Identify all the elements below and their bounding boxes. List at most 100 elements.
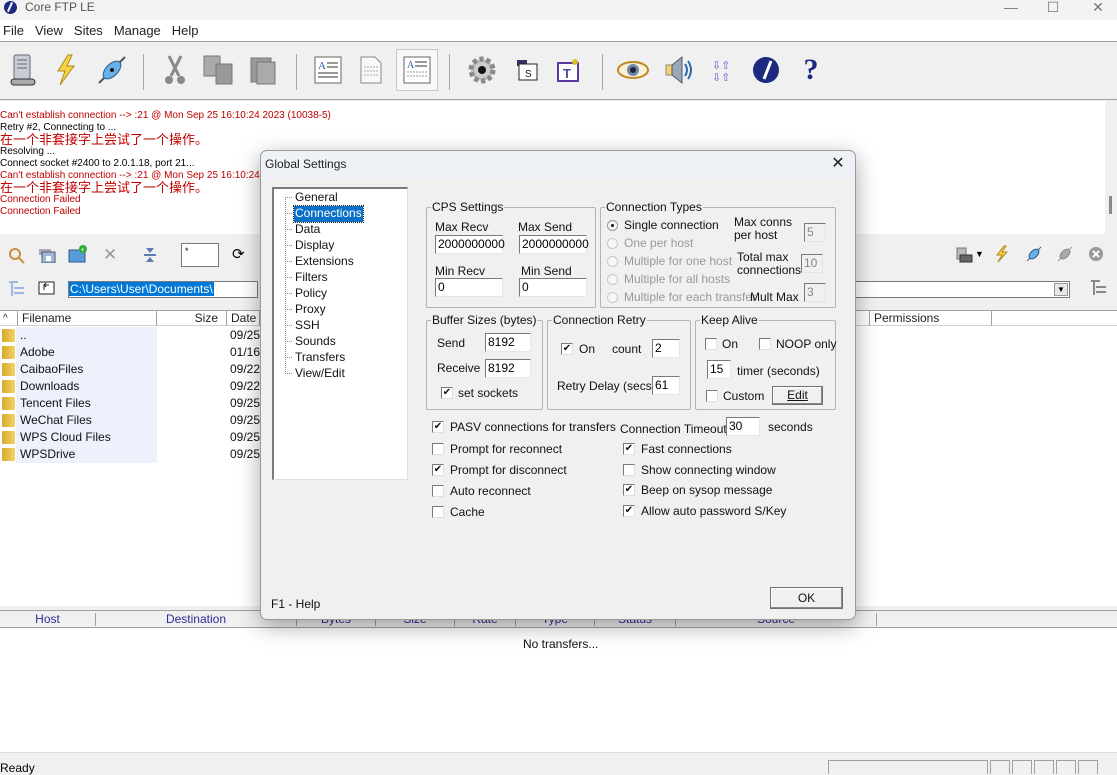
close-window-button[interactable]: ✕ <box>1075 0 1117 18</box>
keepalive-timer-input[interactable]: 15 <box>707 360 731 379</box>
tree-item-extensions[interactable]: Extensions <box>294 254 355 270</box>
prompt-disconnect-checkbox[interactable]: ✔ <box>432 464 444 476</box>
search-icon[interactable] <box>8 247 26 268</box>
file-row[interactable]: Tencent Files 09/25 <box>0 395 260 412</box>
multiple-one-host-label[interactable]: Multiple for one host <box>624 254 732 268</box>
connection-timeout-input[interactable]: 30 <box>726 417 760 436</box>
one-per-host-label[interactable]: One per host <box>624 236 693 250</box>
file-row[interactable]: Downloads 09/22 <box>0 378 260 395</box>
single-connection-label[interactable]: Single connection <box>624 218 719 232</box>
quick-connect-icon[interactable] <box>46 50 86 90</box>
auto-reconnect-label[interactable]: Auto reconnect <box>450 484 531 498</box>
delete-icon[interactable]: ✕ <box>103 246 117 263</box>
column-filename[interactable]: Filename <box>18 310 157 326</box>
tree-item-filters[interactable]: Filters <box>294 270 329 286</box>
tree-item-proxy[interactable]: Proxy <box>294 302 327 318</box>
radio-multiple-each-transfer[interactable] <box>607 292 618 303</box>
site-manager-icon[interactable] <box>3 50 43 90</box>
parent-folder-icon[interactable] <box>38 279 56 298</box>
menu-help[interactable]: Help <box>169 20 207 38</box>
radio-multiple-one-host[interactable] <box>607 256 618 267</box>
tree-item-general[interactable]: General <box>294 190 339 206</box>
radio-one-per-host[interactable] <box>607 238 618 249</box>
tree-item-data[interactable]: Data <box>294 222 321 238</box>
max-send-input[interactable]: 2000000000 <box>519 235 589 254</box>
tree-view-icon[interactable] <box>8 280 26 301</box>
file-row[interactable]: WeChat Files 09/25 <box>0 412 260 429</box>
column-permissions[interactable]: Permissions <box>870 310 992 326</box>
local-path-input[interactable]: C:\Users\User\Documents\ <box>68 281 258 298</box>
new-folder-icon[interactable]: + <box>68 245 88 266</box>
min-recv-input[interactable]: 0 <box>435 278 503 297</box>
sound-icon[interactable] <box>659 50 699 90</box>
buffer-receive-input[interactable]: 8192 <box>485 359 531 378</box>
tree-item-sounds[interactable]: Sounds <box>294 334 337 350</box>
retry-on-checkbox[interactable]: ✔ <box>561 343 573 355</box>
filter-input[interactable]: * <box>181 243 219 267</box>
remote-tree-view-icon[interactable] <box>1090 279 1108 300</box>
keepalive-on-label[interactable]: On <box>722 337 738 351</box>
script-icon[interactable]: S <box>507 50 547 90</box>
noop-only-label[interactable]: NOOP only <box>776 337 836 351</box>
log-scrollbar[interactable] <box>1105 101 1117 234</box>
file-row[interactable]: Adobe 01/16 <box>0 344 260 361</box>
auto-password-skey-checkbox[interactable]: ✔ <box>623 505 635 517</box>
multiple-each-transfer-label[interactable]: Multiple for each transfer <box>624 290 756 304</box>
custom-label[interactable]: Custom <box>723 389 764 403</box>
abort-icon[interactable] <box>1088 246 1104 265</box>
prompt-disconnect-label[interactable]: Prompt for disconnect <box>450 463 567 477</box>
menu-sites[interactable]: Sites <box>71 20 111 38</box>
save-icon[interactable] <box>38 247 56 266</box>
tree-item-view-edit[interactable]: View/Edit <box>294 366 346 382</box>
set-sockets-label[interactable]: set sockets <box>458 386 518 400</box>
file-row[interactable]: .. 09/25 <box>0 327 260 344</box>
column-date[interactable]: Date <box>227 310 260 326</box>
retry-delay-input[interactable]: 61 <box>652 376 680 395</box>
chevron-down-icon[interactable]: ▼ <box>975 249 984 259</box>
file-row[interactable]: WPS Cloud Files 09/25 <box>0 429 260 446</box>
multiple-all-hosts-label[interactable]: Multiple for all hosts <box>624 272 730 286</box>
menu-view[interactable]: View <box>32 20 71 38</box>
tree-item-ssh[interactable]: SSH <box>294 318 321 334</box>
noop-only-checkbox[interactable] <box>759 338 771 350</box>
file-row[interactable]: CaibaoFiles 09/22 <box>0 361 260 378</box>
cache-label[interactable]: Cache <box>450 505 485 519</box>
maximize-button[interactable]: ☐ <box>1030 0 1076 18</box>
auto-password-skey-label[interactable]: Allow auto password S/Key <box>641 504 786 518</box>
show-connecting-window-label[interactable]: Show connecting window <box>641 463 776 477</box>
beep-sysop-checkbox[interactable]: ✔ <box>623 484 635 496</box>
tree-item-transfers[interactable]: Transfers <box>294 350 346 366</box>
scrollbar-thumb[interactable] <box>1109 196 1112 214</box>
tree-item-policy[interactable]: Policy <box>294 286 328 302</box>
beep-sysop-label[interactable]: Beep on sysop message <box>641 483 772 497</box>
tree-item-connections[interactable]: Connections <box>293 205 364 223</box>
disconnect-icon[interactable] <box>1056 245 1074 266</box>
pasv-label[interactable]: PASV connections for transfers <box>450 420 616 434</box>
buffer-send-input[interactable]: 8192 <box>485 333 531 352</box>
retry-count-input[interactable]: 2 <box>652 339 680 358</box>
cache-checkbox[interactable] <box>432 506 444 518</box>
min-send-input[interactable]: 0 <box>519 278 587 297</box>
fast-connections-checkbox[interactable]: ✔ <box>623 443 635 455</box>
text-edit-icon[interactable]: T <box>548 50 588 90</box>
tree-item-display[interactable]: Display <box>294 238 335 254</box>
transfer-arrows-icon[interactable]: ⇩⇧ ⇩⇧ <box>702 50 742 90</box>
max-conns-input[interactable]: 5 <box>804 223 826 242</box>
total-max-input[interactable]: 10 <box>801 254 823 273</box>
dialog-close-button[interactable]: ✕ <box>827 154 849 174</box>
fast-connections-label[interactable]: Fast connections <box>641 442 732 456</box>
connect-small-icon[interactable] <box>1025 245 1043 266</box>
auto-reconnect-checkbox[interactable] <box>432 485 444 497</box>
custom-checkbox[interactable] <box>706 390 718 402</box>
connect-icon[interactable] <box>92 50 132 90</box>
ok-button[interactable]: OK <box>770 587 843 609</box>
retry-on-label[interactable]: On <box>579 342 595 356</box>
minimize-button[interactable]: — <box>988 0 1034 18</box>
pasv-checkbox[interactable]: ✔ <box>432 421 444 433</box>
remote-path-input[interactable]: ▼ <box>855 281 1070 298</box>
remote-site-icon[interactable] <box>955 247 973 266</box>
keepalive-on-checkbox[interactable] <box>705 338 717 350</box>
quick-connect-small-icon[interactable] <box>994 245 1010 266</box>
remote-path-dropdown[interactable]: ▼ <box>1054 283 1068 296</box>
cut-icon[interactable] <box>155 50 195 90</box>
